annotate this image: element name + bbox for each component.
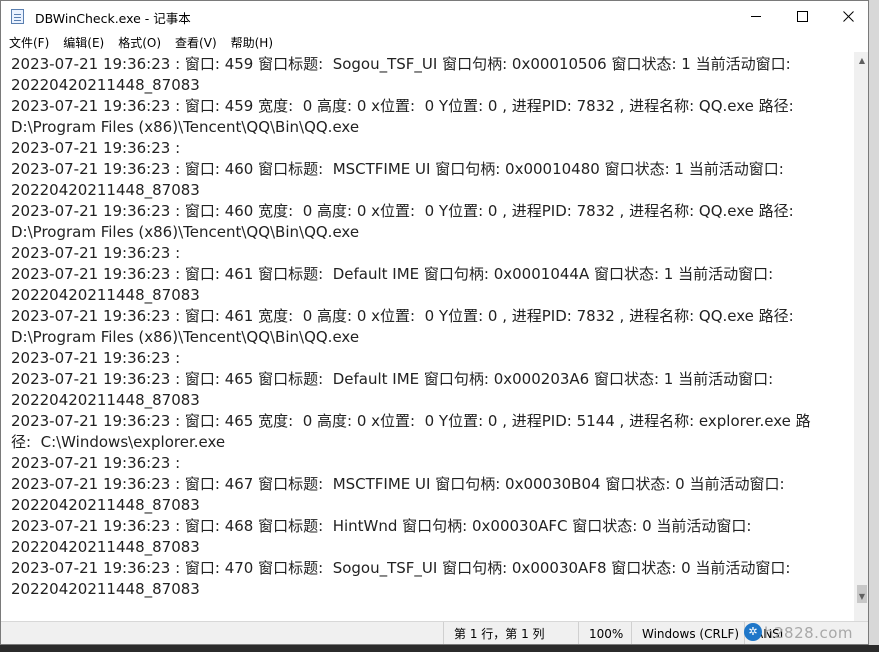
text-line: 20220420211448_87083 — [11, 181, 200, 199]
menu-view[interactable]: 查看(V) — [167, 34, 223, 51]
title-bar[interactable]: DBWinCheck.exe - 记事本 — [1, 1, 868, 32]
scroll-down-icon[interactable]: ▼ — [854, 588, 868, 604]
text-line: 2023-07-21 19:36:23 : 窗口: 461 窗口标题: Defa… — [11, 265, 774, 283]
minimize-button[interactable] — [733, 1, 779, 32]
text-editor[interactable]: 2023-07-21 19:36:23 : 窗口: 459 窗口标题: Sogo… — [1, 52, 854, 621]
text-line: 20220420211448_87083 — [11, 538, 200, 556]
status-bar: 第 1 行，第 1 列 100% Windows (CRLF) ANSI — [1, 621, 868, 644]
text-line: 2023-07-21 19:36:23 : — [11, 349, 181, 367]
status-cursor-position: 第 1 行，第 1 列 — [443, 622, 578, 644]
desktop-background-bottom — [0, 645, 879, 652]
text-line: 20220420211448_87083 — [11, 391, 200, 409]
menu-format[interactable]: 格式(O) — [110, 34, 167, 51]
watermark-logo-icon: ✲ — [744, 623, 762, 641]
text-line: 2023-07-21 19:36:23 : — [11, 139, 181, 157]
notepad-icon[interactable] — [11, 9, 24, 24]
menu-file[interactable]: 文件(F) — [1, 34, 55, 51]
text-line: 2023-07-21 19:36:23 : 窗口: 465 窗口标题: Defa… — [11, 370, 774, 388]
scroll-up-icon[interactable]: ▲ — [854, 52, 868, 68]
text-line: 2023-07-21 19:36:23 : 窗口: 460 窗口标题: MSCT… — [11, 160, 784, 178]
status-line-ending: Windows (CRLF) — [631, 622, 744, 644]
desktop-background-right — [869, 0, 879, 652]
text-line: D:\Program Files (x86)\Tencent\QQ\Bin\QQ… — [11, 223, 360, 241]
watermark-text: h2828.com — [764, 624, 853, 642]
text-line: 2023-07-21 19:36:23 : — [11, 454, 181, 472]
vertical-scrollbar[interactable]: ▲ ▼ — [854, 52, 868, 621]
maximize-icon — [796, 11, 808, 22]
close-button[interactable] — [825, 1, 868, 32]
text-line: D:\Program Files (x86)\Tencent\QQ\Bin\QQ… — [11, 118, 360, 136]
text-line: 2023-07-21 19:36:23 : 窗口: 459 窗口标题: Sogo… — [11, 55, 791, 73]
text-line: D:\Program Files (x86)\Tencent\QQ\Bin\QQ… — [11, 328, 360, 346]
menu-edit[interactable]: 编辑(E) — [55, 34, 110, 51]
text-line: 2023-07-21 19:36:23 : 窗口: 467 窗口标题: MSCT… — [11, 475, 785, 493]
notepad-window: DBWinCheck.exe - 记事本 文件(F) 编辑(E) 格式(O) 查… — [0, 0, 869, 645]
text-line: 2023-07-21 19:36:23 : 窗口: 468 窗口标题: Hint… — [11, 517, 752, 535]
close-icon — [842, 11, 854, 22]
text-line: 2023-07-21 19:36:23 : 窗口: 460 宽度: 0 高度: … — [11, 202, 794, 220]
menu-help[interactable]: 帮助(H) — [223, 34, 279, 51]
text-line: 2023-07-21 19:36:23 : — [11, 244, 181, 262]
text-line: 2023-07-21 19:36:23 : 窗口: 459 宽度: 0 高度: … — [11, 97, 794, 115]
text-line: 2023-07-21 19:36:23 : 窗口: 470 窗口标题: Sogo… — [11, 559, 791, 577]
maximize-button[interactable] — [779, 1, 825, 32]
text-line: 20220420211448_87083 — [11, 580, 200, 598]
text-line: 2023-07-21 19:36:23 : 窗口: 465 宽度: 0 高度: … — [11, 412, 811, 430]
text-line: 20220420211448_87083 — [11, 76, 200, 94]
text-line: 20220420211448_87083 — [11, 496, 200, 514]
text-line: 20220420211448_87083 — [11, 286, 200, 304]
text-line: 径: C:\Windows\explorer.exe — [11, 433, 226, 451]
text-line: 2023-07-21 19:36:23 : 窗口: 461 宽度: 0 高度: … — [11, 307, 794, 325]
menu-bar: 文件(F) 编辑(E) 格式(O) 查看(V) 帮助(H) — [1, 32, 868, 52]
status-zoom: 100% — [578, 622, 631, 644]
minimize-icon — [751, 16, 761, 17]
window-title: DBWinCheck.exe - 记事本 — [35, 11, 191, 26]
